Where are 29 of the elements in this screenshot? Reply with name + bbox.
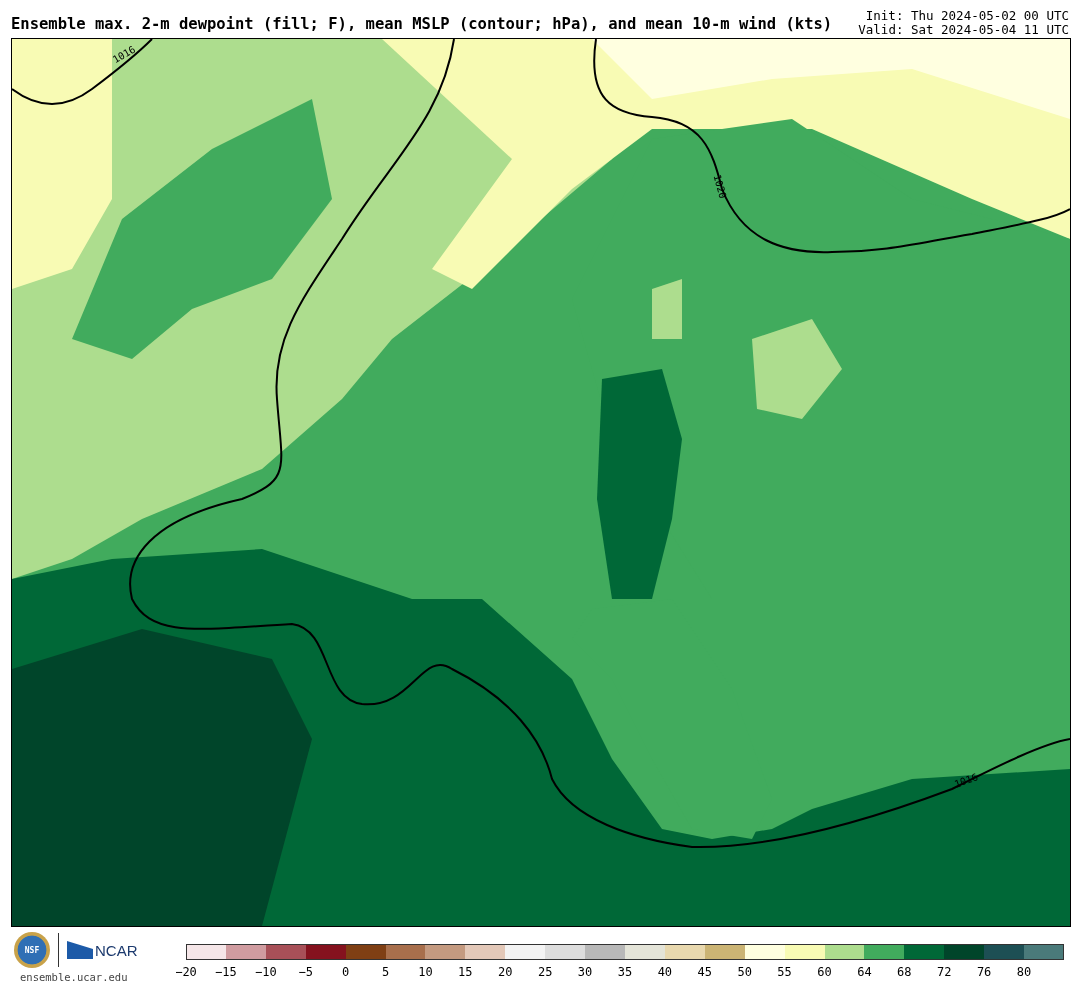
colorbar-tick-label: −20 <box>174 965 198 979</box>
valid-time: Valid: Sat 2024-05-04 11 UTC <box>858 23 1069 37</box>
colorbar-tick-label: 25 <box>536 965 554 979</box>
colorbar-tick-label: 30 <box>576 965 594 979</box>
colorbar-tick-label: 20 <box>497 965 514 979</box>
ncar-logo: NCAR <box>67 941 138 959</box>
colorbar-tick-label: 35 <box>616 965 634 979</box>
colorbar-tick-label: 50 <box>736 965 753 979</box>
colorbar-tick-label: 10 <box>417 965 434 979</box>
colorbar-tick-label: 80 <box>1015 965 1033 979</box>
colorbar-tick-label: 15 <box>457 965 474 979</box>
colorbar-tick-label: 64 <box>856 965 873 979</box>
colorbar-tick-label: 0 <box>341 965 351 979</box>
colorbar-tick-label: 55 <box>776 965 793 979</box>
colorbar-tick-label: −5 <box>297 965 314 979</box>
colorbar-tick-label: 72 <box>936 965 953 979</box>
colorbar-tick-label: 76 <box>975 965 993 979</box>
colorbar-tick-label: 40 <box>656 965 674 979</box>
contour-label: 1016 <box>110 43 138 66</box>
colorbar-tick-label: −10 <box>253 965 278 979</box>
colorbar-tick-label: 45 <box>696 965 713 979</box>
site-url: ensemble.ucar.edu <box>20 971 129 983</box>
colorbar-tick-label: 60 <box>816 965 833 979</box>
nsf-logo: NSF <box>14 932 50 968</box>
colorbar-tick-label: 68 <box>896 965 913 979</box>
colorbar-tick-label: 5 <box>380 965 391 979</box>
colorbar-tick-label: −15 <box>214 965 238 979</box>
chart-title: Ensemble max. 2-m dewpoint (fill; F), mean MSLP (contour; hPa), and mean 10-m wind (kts) <box>11 15 833 35</box>
init-time: Init: Thu 2024-05-02 00 UTC <box>864 9 1069 23</box>
